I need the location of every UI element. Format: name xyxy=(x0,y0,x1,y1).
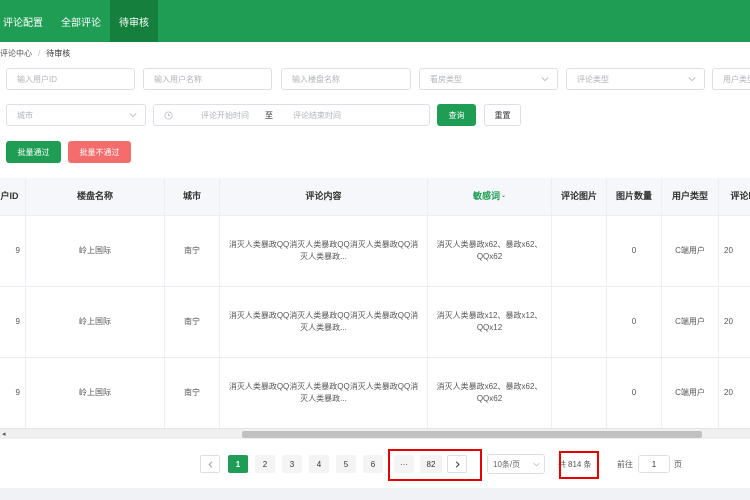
cell-sensitive-words: 消灭人类暴政x62、暴政x62、QQx62 xyxy=(428,216,552,286)
user-name-input[interactable]: 输入用户名称 xyxy=(143,68,272,90)
col-sensitive-label: 敏感词 xyxy=(472,190,500,201)
cell-image xyxy=(552,358,607,428)
page-button-5[interactable]: 5 xyxy=(336,455,356,473)
col-image-count: 图片数量 xyxy=(607,178,662,215)
user-type-placeholder: 用户类型 xyxy=(723,74,750,84)
cell-city: 南宁 xyxy=(165,216,220,286)
cell-image xyxy=(552,216,607,286)
scroll-left-icon[interactable]: ◂ xyxy=(2,430,6,438)
comment-type-placeholder: 评论类型 xyxy=(577,74,609,84)
cell-city: 南宁 xyxy=(165,287,220,357)
date-range-picker[interactable]: 评论开始时间 至 评论结束时间 xyxy=(153,104,430,126)
cell-image-count: 0 xyxy=(607,358,662,428)
city-placeholder: 城市 xyxy=(17,110,33,120)
cell-building: 岭上国际 xyxy=(26,216,165,286)
col-city: 城市 xyxy=(165,178,220,215)
page-button-1[interactable]: 1 xyxy=(228,455,248,473)
chevron-left-icon xyxy=(207,460,212,468)
comments-table: 用户ID 楼盘名称 城市 评论内容 敏感词⌄ 评论图片 图片数量 用户类型 评论… xyxy=(0,178,750,442)
house-type-placeholder: 看房类型 xyxy=(430,74,462,84)
page-size-select[interactable]: 10条/页 xyxy=(487,454,545,474)
cell-sensitive-words: 消灭人类暴政x62、暴政x62、QQx62 xyxy=(428,358,552,428)
cell-user-type: C端用户 xyxy=(662,287,719,357)
cell-user-id: 9 xyxy=(0,287,26,357)
start-time-placeholder[interactable]: 评论开始时间 xyxy=(201,110,249,121)
breadcrumb-current: 待审核 xyxy=(46,48,71,58)
main-content: 评论中心 / 待审核 输入用户ID 输入用户名称 输入楼盘名称 看房类型 评论类… xyxy=(0,42,750,500)
chevron-down-icon xyxy=(129,113,137,118)
goto-page-input[interactable]: 1 xyxy=(638,455,670,473)
page-button-6[interactable]: 6 xyxy=(363,455,383,473)
cell-user-type: C端用户 xyxy=(662,216,719,286)
city-select[interactable]: 城市 xyxy=(6,104,146,126)
tab-comment-config[interactable]: 评论配置 xyxy=(0,0,52,42)
goto-suffix: 页 xyxy=(674,459,682,469)
cell-time: 20 xyxy=(719,358,750,428)
table-header: 用户ID 楼盘名称 城市 评论内容 敏感词⌄ 评论图片 图片数量 用户类型 评论… xyxy=(0,178,750,216)
building-name-placeholder: 输入楼盘名称 xyxy=(292,74,340,84)
end-time-placeholder[interactable]: 评论结束时间 xyxy=(293,110,341,121)
cell-city: 南宁 xyxy=(165,358,220,428)
col-content: 评论内容 xyxy=(220,178,428,215)
table-row[interactable]: 9 岭上国际 南宁 消灭人类暴政QQ消灭人类暴政QQ消灭人类暴政QQ消灭人类暴政… xyxy=(0,287,750,358)
reset-button[interactable]: 重置 xyxy=(484,104,521,126)
goto-label: 前往 xyxy=(617,459,633,469)
page-size-value: 10条/页 xyxy=(493,459,521,469)
cell-image-count: 0 xyxy=(607,287,662,357)
batch-pass-button[interactable]: 批量通过 xyxy=(6,141,61,163)
breadcrumb-parent[interactable]: 评论中心 xyxy=(0,48,32,59)
breadcrumb-separator: / xyxy=(38,48,41,58)
scrollbar-thumb[interactable] xyxy=(242,431,702,438)
chevron-down-icon xyxy=(688,77,696,82)
table-horizontal-scrollbar[interactable]: ◂ xyxy=(0,428,750,439)
cell-user-type: C端用户 xyxy=(662,358,719,428)
cell-sensitive-words: 消灭人类暴政x12、暴政x12、QQx12 xyxy=(428,287,552,357)
user-id-input[interactable]: 输入用户ID xyxy=(6,68,135,90)
pagination: 1 2 3 4 5 6 ··· 82 10条/页 共 814 条 前往 1 页 xyxy=(0,449,750,481)
col-image: 评论图片 xyxy=(552,178,607,215)
clock-icon xyxy=(164,110,173,120)
range-separator: 至 xyxy=(265,110,273,120)
highlight-box xyxy=(388,449,482,481)
top-nav: 评论配置 全部评论 待审核 xyxy=(0,0,750,42)
prev-page-button[interactable] xyxy=(200,455,220,473)
col-user-id: 用户ID xyxy=(0,178,26,215)
table-row[interactable]: 9 岭上国际 南宁 消灭人类暴政QQ消灭人类暴政QQ消灭人类暴政QQ消灭人类暴政… xyxy=(0,216,750,287)
cell-content: 消灭人类暴政QQ消灭人类暴政QQ消灭人类暴政QQ消灭人类暴政... xyxy=(220,216,428,286)
cell-time: 20 xyxy=(719,216,750,286)
house-type-select[interactable]: 看房类型 xyxy=(419,68,558,90)
cell-building: 岭上国际 xyxy=(26,358,165,428)
col-sensitive-words[interactable]: 敏感词 ⌄ xyxy=(428,178,552,215)
page-button-2[interactable]: 2 xyxy=(255,455,275,473)
user-name-placeholder: 输入用户名称 xyxy=(154,74,202,84)
highlight-box xyxy=(559,451,599,479)
user-id-placeholder: 输入用户ID xyxy=(17,74,57,84)
chevron-down-icon xyxy=(541,77,549,82)
building-name-input[interactable]: 输入楼盘名称 xyxy=(281,68,411,90)
cell-building: 岭上国际 xyxy=(26,287,165,357)
breadcrumb: 评论中心 / 待审核 xyxy=(0,46,70,60)
query-button[interactable]: 查询 xyxy=(437,104,476,126)
col-time: 评论时间 xyxy=(719,178,750,215)
tab-all-comments[interactable]: 全部评论 xyxy=(52,0,110,42)
cell-content: 消灭人类暴政QQ消灭人类暴政QQ消灭人类暴政QQ消灭人类暴政... xyxy=(220,287,428,357)
page-button-3[interactable]: 3 xyxy=(282,455,302,473)
tab-pending-review[interactable]: 待审核 xyxy=(110,0,158,42)
cell-time: 20 xyxy=(719,287,750,357)
col-user-type: 用户类型 xyxy=(662,178,719,215)
cell-image xyxy=(552,287,607,357)
chevron-down-icon xyxy=(533,462,540,467)
table-row[interactable]: 9 岭上国际 南宁 消灭人类暴政QQ消灭人类暴政QQ消灭人类暴政QQ消灭人类暴政… xyxy=(0,358,750,429)
sort-caret-icon[interactable]: ⌄ xyxy=(501,192,506,201)
cell-content: 消灭人类暴政QQ消灭人类暴政QQ消灭人类暴政QQ消灭人类暴政... xyxy=(220,358,428,428)
cell-image-count: 0 xyxy=(607,216,662,286)
comment-type-select[interactable]: 评论类型 xyxy=(566,68,705,90)
cell-user-id: 9 xyxy=(0,216,26,286)
cell-user-id: 9 xyxy=(0,358,26,428)
batch-reject-button[interactable]: 批量不通过 xyxy=(68,141,131,163)
bottom-strip xyxy=(0,488,750,500)
page-button-4[interactable]: 4 xyxy=(309,455,329,473)
user-type-select[interactable]: 用户类型 xyxy=(712,68,750,90)
col-building: 楼盘名称 xyxy=(26,178,165,215)
